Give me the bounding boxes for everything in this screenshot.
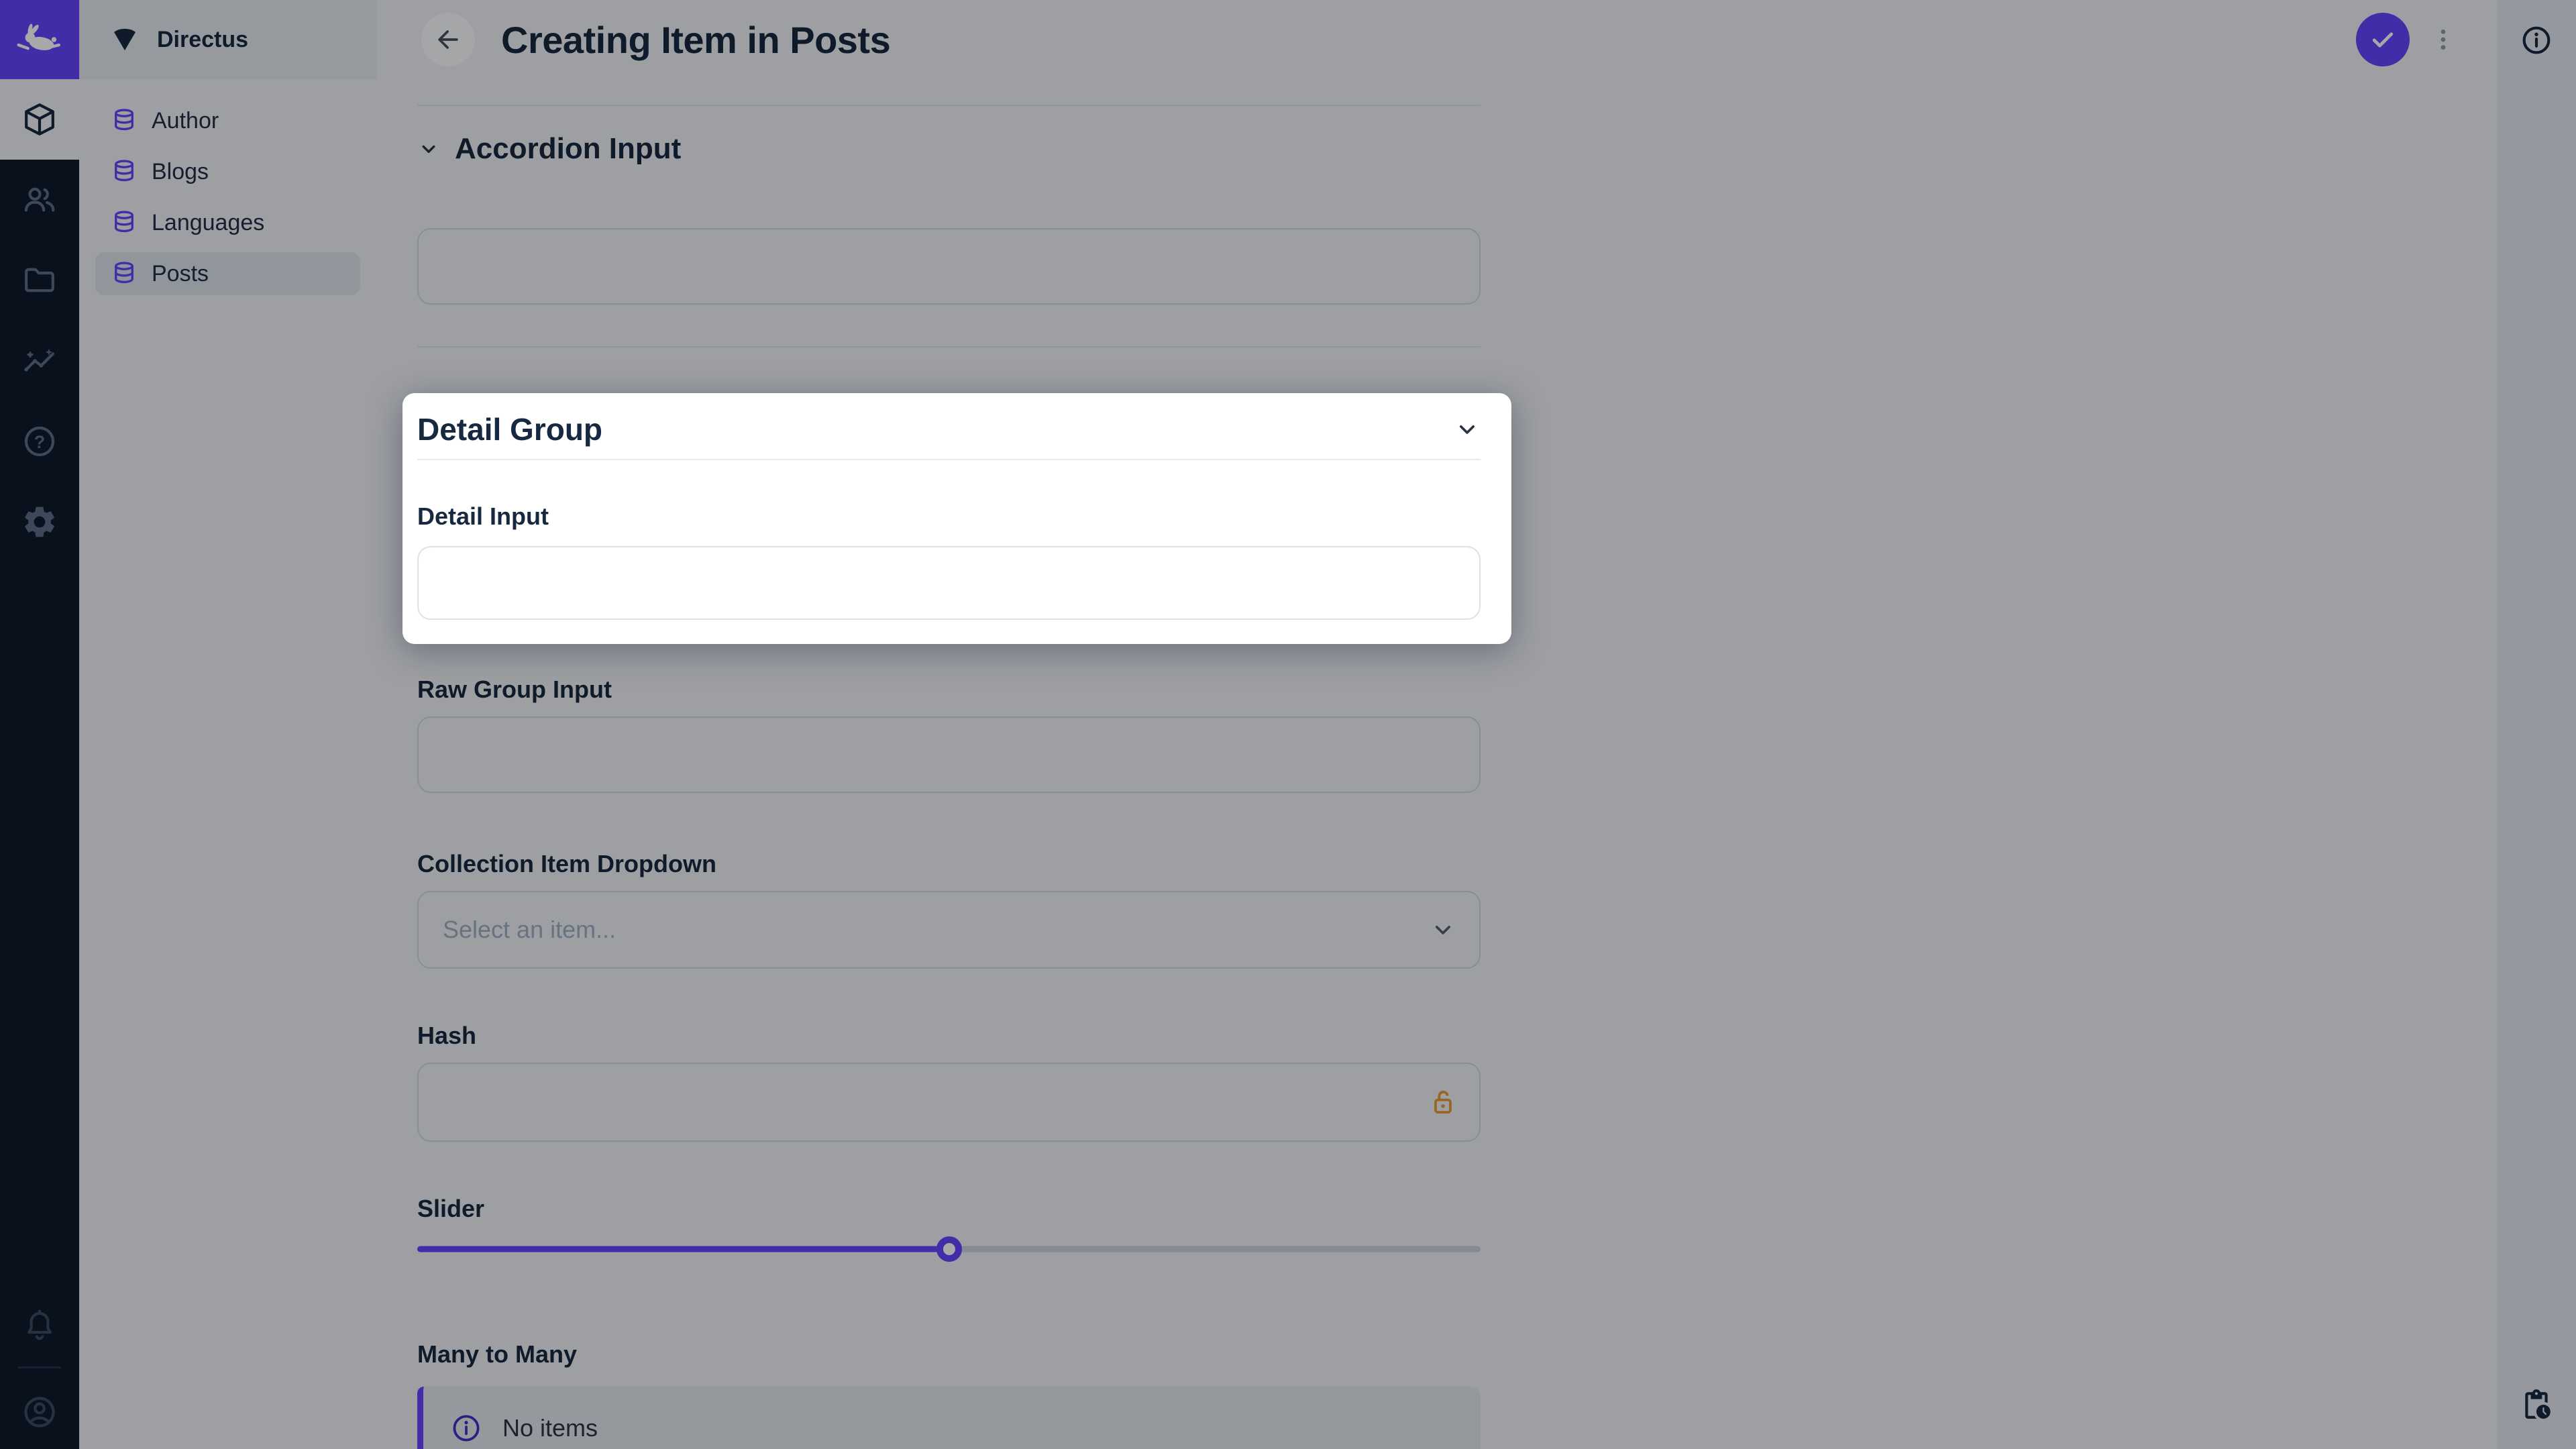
folder-icon	[25, 268, 54, 292]
accordion-input[interactable]	[417, 228, 1481, 305]
notifications-button[interactable]	[0, 1289, 79, 1362]
lock-open-icon	[1434, 1090, 1452, 1114]
sidebar-item-label: Posts	[152, 260, 209, 286]
page-title: Creating Item in Posts	[501, 18, 891, 61]
collection-item-dropdown-label: Collection Item Dropdown	[417, 850, 716, 877]
header-actions	[2356, 13, 2458, 66]
detail-group-card: Detail Group Detail Input	[402, 393, 1511, 644]
gear-icon	[25, 506, 54, 537]
collection-item-dropdown-input[interactable]	[419, 892, 1479, 967]
people-icon	[24, 187, 55, 212]
accordion-group-header[interactable]: Accordion Input	[417, 130, 1481, 168]
page-header: Creating Item in Posts	[376, 0, 2497, 79]
more-options-button[interactable]	[2428, 13, 2458, 66]
section-divider	[417, 346, 1481, 347]
database-icon	[115, 160, 133, 182]
right-sidebar	[2497, 0, 2576, 1449]
chevron-down-icon	[1460, 425, 1474, 434]
module-settings[interactable]	[0, 482, 79, 562]
detail-input[interactable]	[417, 546, 1481, 620]
slider[interactable]	[417, 1234, 1481, 1264]
bell-icon	[28, 1309, 52, 1340]
arrow-left-icon	[438, 30, 458, 49]
hash-label: Hash	[417, 1022, 477, 1049]
user-menu-button[interactable]	[0, 1375, 79, 1449]
slider-handle[interactable]	[936, 1236, 962, 1262]
collections-nav: Author Blogs Languages Posts	[79, 79, 376, 295]
slider-fill	[417, 1246, 949, 1252]
save-button[interactable]	[2356, 13, 2410, 66]
detail-group-header[interactable]: Detail Group	[417, 411, 1481, 448]
raw-group-input[interactable]	[417, 716, 1481, 793]
module-bar: ?	[0, 0, 79, 1449]
directus-app: ? Directus Author Blogs Languages Posts …	[0, 0, 2576, 1449]
rabbit-icon	[17, 23, 61, 50]
database-icon	[115, 262, 133, 284]
chevron-down-icon	[1436, 926, 1450, 934]
collection-item-dropdown[interactable]	[417, 891, 1481, 969]
info-icon	[453, 1415, 480, 1442]
help-icon: ?	[24, 426, 55, 457]
project-chooser[interactable]: Directus	[79, 0, 376, 79]
many-to-many-empty-notice: No items	[417, 1387, 1481, 1449]
dots-vertical-icon	[2440, 30, 2446, 50]
detail-group-title: Detail Group	[417, 412, 603, 447]
revisions-icon	[2525, 1389, 2551, 1419]
module-insights[interactable]	[0, 321, 79, 401]
database-icon	[115, 211, 133, 233]
empty-state-text: No items	[502, 1414, 598, 1442]
raw-group-input-label: Raw Group Input	[417, 676, 612, 703]
section-divider	[417, 105, 1481, 106]
sidebar-item-blogs[interactable]: Blogs	[95, 150, 360, 193]
revisions-sidebar-button[interactable]	[2520, 1377, 2553, 1433]
sidebar-item-label: Author	[152, 107, 219, 133]
module-help[interactable]: ?	[0, 401, 79, 482]
module-users[interactable]	[0, 160, 79, 240]
info-icon	[2522, 26, 2551, 54]
insights-icon	[24, 348, 54, 372]
hash-input[interactable]	[417, 1063, 1481, 1142]
back-button[interactable]	[421, 13, 475, 66]
main-area: Creating Item in Posts Accordion Input D…	[376, 0, 2497, 1449]
sidebar-item-label: Blogs	[152, 158, 209, 184]
box-icon	[25, 103, 54, 136]
item-form: Accordion Input Detail Group Detail Inpu…	[376, 105, 1511, 1449]
svg-text:?: ?	[34, 432, 45, 452]
module-files[interactable]	[0, 240, 79, 321]
check-icon	[2372, 32, 2394, 48]
sidebar-item-languages[interactable]: Languages	[95, 201, 360, 244]
sidebar-item-posts[interactable]: Posts	[95, 252, 360, 295]
card-divider	[417, 459, 1481, 460]
nav-sidebar: Directus Author Blogs Languages Posts	[79, 0, 376, 1449]
chevron-down-icon	[422, 145, 435, 153]
sidebar-item-label: Languages	[152, 209, 265, 235]
module-bar-divider	[18, 1366, 61, 1368]
database-icon	[115, 109, 133, 131]
project-name: Directus	[157, 26, 249, 52]
shield-icon	[114, 28, 136, 51]
hash-field	[417, 1063, 1481, 1142]
slider-label: Slider	[417, 1195, 485, 1222]
directus-rabbit-logo[interactable]	[0, 0, 79, 79]
accordion-group-title: Accordion Input	[455, 132, 682, 165]
sidebar-item-author[interactable]: Author	[95, 99, 360, 142]
many-to-many-label: Many to Many	[417, 1340, 578, 1368]
module-content[interactable]	[0, 79, 79, 160]
info-sidebar-button[interactable]	[2520, 12, 2553, 68]
avatar-icon	[24, 1397, 55, 1428]
detail-input-label: Detail Input	[417, 502, 549, 530]
